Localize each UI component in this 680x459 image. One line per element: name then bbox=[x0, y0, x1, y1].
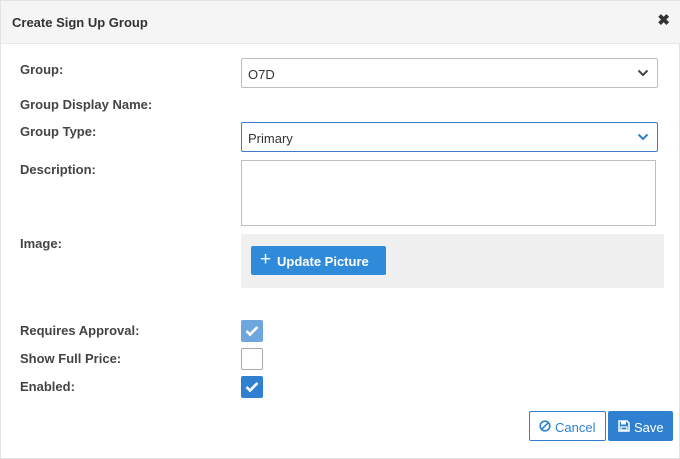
check-icon bbox=[245, 326, 259, 337]
image-label: Image: bbox=[20, 236, 62, 251]
check-icon bbox=[245, 382, 259, 393]
group-type-select[interactable]: Primary bbox=[241, 122, 658, 152]
ban-icon bbox=[539, 420, 551, 432]
show-full-price-label: Show Full Price: bbox=[20, 351, 122, 366]
close-icon[interactable]: ✖ bbox=[657, 13, 670, 29]
description-label: Description: bbox=[20, 162, 96, 177]
save-button-label: Save bbox=[634, 420, 664, 435]
floppy-disk-icon bbox=[618, 420, 630, 432]
group-display-name-label: Group Display Name: bbox=[20, 97, 153, 112]
create-sign-up-group-dialog: Create Sign Up Group ✖ Group: O7D Group … bbox=[0, 0, 680, 459]
enabled-checkbox[interactable] bbox=[241, 376, 263, 398]
show-full-price-checkbox[interactable] bbox=[241, 348, 263, 370]
group-type-label: Group Type: bbox=[20, 124, 97, 139]
enabled-label: Enabled: bbox=[20, 379, 75, 394]
update-picture-label: Update Picture bbox=[277, 254, 369, 269]
update-picture-button[interactable]: + Update Picture bbox=[251, 246, 386, 275]
chevron-down-icon bbox=[637, 69, 649, 77]
cancel-button-label: Cancel bbox=[555, 420, 596, 435]
description-textarea[interactable] bbox=[241, 160, 656, 226]
dialog-title: Create Sign Up Group bbox=[12, 15, 148, 30]
cancel-button[interactable]: Cancel bbox=[529, 411, 606, 441]
group-type-select-value: Primary bbox=[248, 131, 293, 146]
plus-icon: + bbox=[260, 249, 272, 270]
requires-approval-checkbox[interactable] bbox=[241, 320, 263, 342]
save-button[interactable]: Save bbox=[608, 411, 673, 441]
requires-approval-label: Requires Approval: bbox=[20, 323, 140, 338]
group-select-value: O7D bbox=[248, 67, 275, 82]
image-panel: + Update Picture bbox=[241, 234, 664, 288]
chevron-down-icon bbox=[637, 133, 649, 141]
group-select[interactable]: O7D bbox=[241, 58, 658, 88]
group-label: Group: bbox=[20, 62, 64, 77]
dialog-header: Create Sign Up Group ✖ bbox=[1, 1, 680, 44]
